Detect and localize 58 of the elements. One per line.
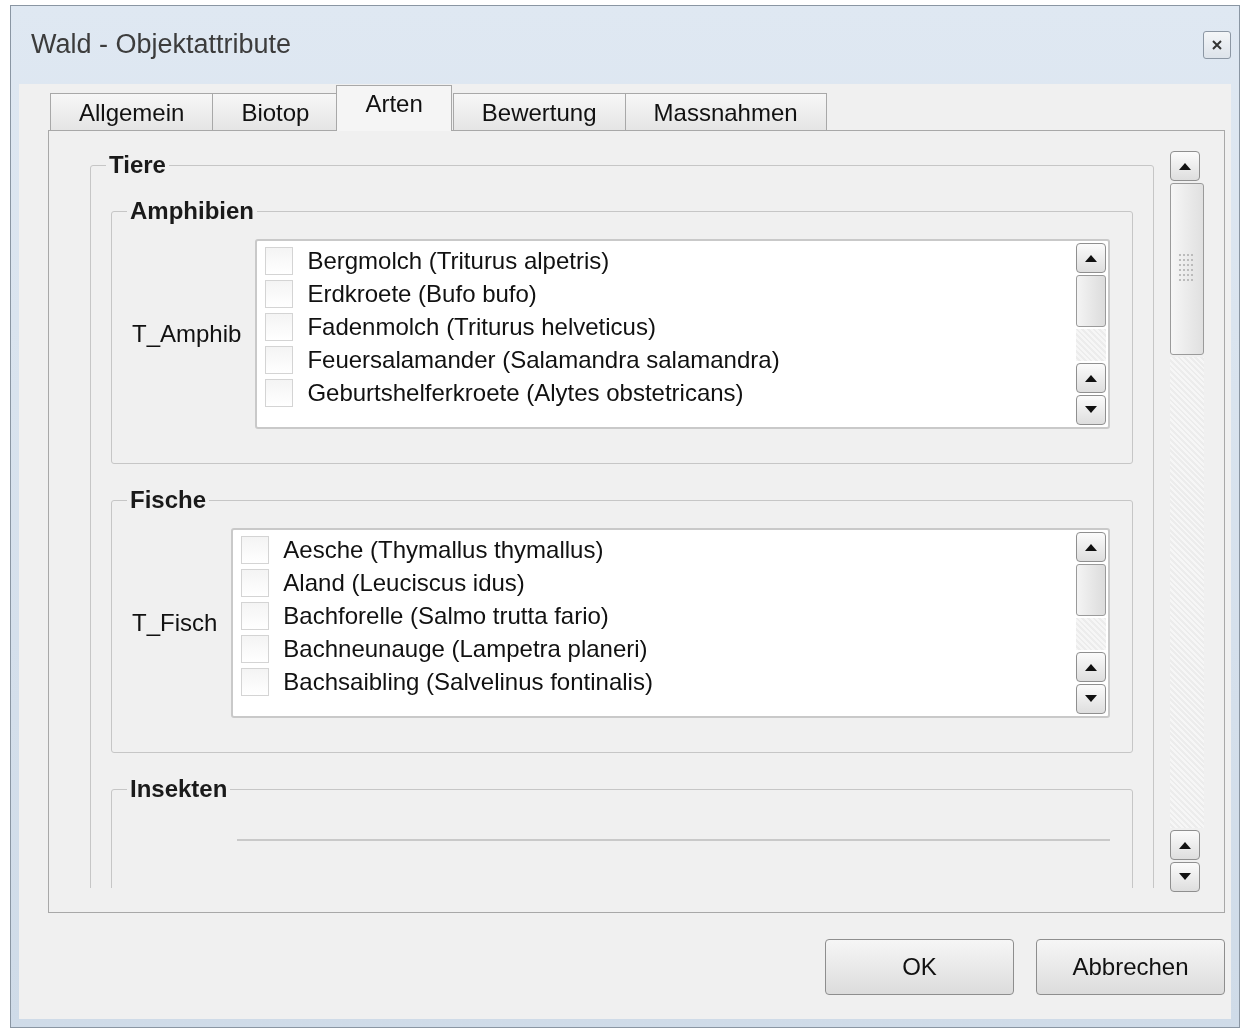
checkbox-label[interactable]: Erdkroete (Bufo bufo): [307, 279, 537, 308]
scroll-up-button[interactable]: [1076, 652, 1106, 682]
checkbox[interactable]: [265, 345, 294, 374]
scroll-down-button[interactable]: [1076, 395, 1106, 425]
up-arrow-icon: [1085, 663, 1097, 671]
checkbox[interactable]: [265, 246, 294, 275]
scroll-up-button[interactable]: [1076, 243, 1106, 273]
checkbox-label[interactable]: Feuersalamander (Salamandra salamandra): [307, 345, 780, 374]
scroll-up-button[interactable]: [1170, 151, 1200, 181]
dialog-button[interactable]: Abbrechen: [1036, 939, 1225, 995]
tab[interactable]: Bewertung: [452, 93, 626, 131]
checkbox-label[interactable]: Aesche (Thymallus thymallus): [283, 535, 604, 564]
checkbox[interactable]: [241, 568, 270, 597]
scroll-up-button[interactable]: [1170, 830, 1200, 860]
checkbox-label[interactable]: Fadenmolch (Triturus helveticus): [307, 312, 656, 341]
group-title: Amphibien: [129, 197, 255, 225]
scroll-up-button[interactable]: [1076, 532, 1106, 562]
checkbox-label[interactable]: Bachsaibling (Salvelinus fontinalis): [283, 667, 653, 696]
scroll-down-button[interactable]: [1170, 862, 1200, 892]
checkbox-label[interactable]: Bergmolch (Triturus alpetris): [307, 246, 610, 275]
checkbox[interactable]: [265, 378, 294, 407]
up-arrow-icon: [1085, 543, 1097, 551]
checkbox[interactable]: [241, 601, 270, 630]
checkbox-label[interactable]: Bachforelle (Salmo trutta fario): [283, 601, 609, 630]
up-arrow-icon: [1085, 254, 1097, 262]
down-arrow-icon: [1085, 406, 1097, 414]
scroll-thumb[interactable]: [1170, 183, 1204, 355]
up-arrow-icon: [1179, 841, 1191, 849]
group-title: Fische: [129, 486, 208, 514]
tab[interactable]: Allgemein: [50, 93, 214, 131]
group-title: Insekten: [129, 775, 229, 803]
grip-icon: [1179, 254, 1195, 284]
up-arrow-icon: [1085, 374, 1097, 382]
checkbox[interactable]: [265, 312, 294, 341]
dialog-button[interactable]: OK: [825, 939, 1014, 995]
checkbox[interactable]: [241, 634, 270, 663]
up-arrow-icon: [1179, 162, 1191, 170]
tab[interactable]: Biotop: [212, 93, 339, 131]
tab[interactable]: Massnahmen: [624, 93, 827, 131]
down-arrow-icon: [1085, 695, 1097, 703]
close-button[interactable]: [1203, 31, 1231, 59]
checkbox-label[interactable]: Geburtshelferkroete (Alytes obstetricans): [307, 378, 744, 407]
field-label: T_Fisch: [132, 609, 218, 637]
checkbox[interactable]: [241, 667, 270, 696]
scroll-thumb[interactable]: [1076, 275, 1106, 327]
scroll-thumb[interactable]: [1076, 564, 1106, 616]
checkbox[interactable]: [241, 535, 270, 564]
group-title: Tiere: [108, 151, 167, 179]
checkbox-label[interactable]: Aland (Leuciscus idus): [283, 568, 525, 597]
scroll-up-button[interactable]: [1076, 363, 1106, 393]
window-title: Wald - Objektattribute: [31, 28, 292, 60]
checkbox[interactable]: [265, 279, 294, 308]
down-arrow-icon: [1179, 873, 1191, 881]
scroll-down-button[interactable]: [1076, 684, 1106, 714]
field-label: T_Amphib: [132, 320, 242, 348]
close-icon: [1211, 39, 1223, 51]
checkbox-label[interactable]: Bachneunauge (Lampetra planeri): [283, 634, 648, 663]
tab[interactable]: Arten: [336, 85, 452, 131]
